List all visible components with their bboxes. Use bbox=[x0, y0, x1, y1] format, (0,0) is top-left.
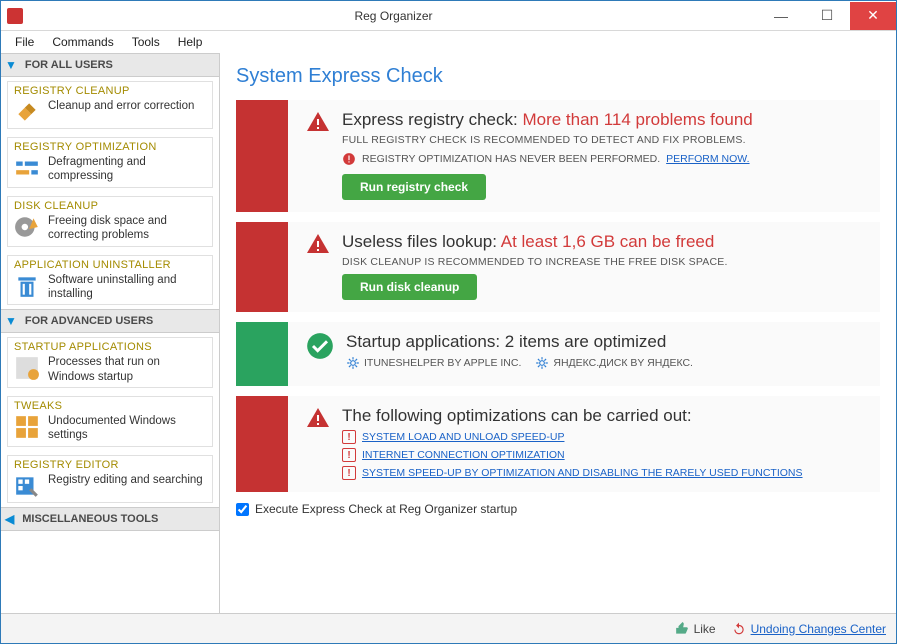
opt-badge-icon: ! bbox=[342, 448, 356, 462]
close-button[interactable]: ✕ bbox=[850, 2, 896, 30]
warning-icon bbox=[306, 110, 330, 134]
registry-icon bbox=[14, 473, 40, 499]
opt-badge-icon: ! bbox=[342, 430, 356, 444]
opt-link-1[interactable]: SYSTEM LOAD AND UNLOAD SPEED-UP bbox=[362, 431, 564, 443]
gear-icon bbox=[346, 356, 360, 370]
app-icon bbox=[7, 8, 23, 24]
flag-icon bbox=[14, 355, 40, 381]
card-subtitle: FULL REGISTRY CHECK IS RECOMMENDED TO DE… bbox=[342, 134, 866, 146]
section-advanced-users[interactable]: ▼ FOR ADVANCED USERS bbox=[1, 309, 219, 333]
card-title: Express registry check: More than 114 pr… bbox=[342, 110, 866, 130]
stripe-green bbox=[236, 322, 288, 386]
stripe-red bbox=[236, 100, 288, 212]
gear-icon bbox=[535, 356, 549, 370]
sidebar-item-tweaks[interactable]: TWEAKS Undocumented Windows settings bbox=[7, 396, 213, 447]
sidebar-item-uninstaller[interactable]: APPLICATION UNINSTALLER Software uninsta… bbox=[7, 255, 213, 306]
page-title: System Express Check bbox=[236, 65, 880, 88]
run-disk-cleanup-button[interactable]: Run disk cleanup bbox=[342, 274, 477, 300]
stripe-red bbox=[236, 222, 288, 312]
perform-now-link[interactable]: PERFORM NOW. bbox=[666, 153, 749, 165]
sidebar-item-registry-editor[interactable]: REGISTRY EDITOR Registry editing and sea… bbox=[7, 455, 213, 503]
stripe-red bbox=[236, 396, 288, 492]
menu-commands[interactable]: Commands bbox=[44, 33, 121, 51]
broom-icon bbox=[14, 99, 40, 125]
chevron-left-icon: ◀ bbox=[5, 512, 14, 526]
card-title: The following optimizations can be carri… bbox=[342, 406, 866, 426]
startup-item: ЯНДЕКС.ДИСК BY ЯНДЕКС. bbox=[535, 356, 693, 370]
sidebar-item-registry-cleanup[interactable]: REGISTRY CLEANUP Cleanup and error corre… bbox=[7, 81, 213, 129]
card-subtitle: DISK CLEANUP IS RECOMMENDED TO INCREASE … bbox=[342, 256, 866, 268]
window-title: Reg Organizer bbox=[29, 9, 758, 23]
undoing-changes-link[interactable]: Undoing Changes Center bbox=[732, 622, 886, 636]
card-registry-check: Express registry check: More than 114 pr… bbox=[236, 100, 880, 212]
section-misc-tools[interactable]: ◀ MISCELLANEOUS TOOLS bbox=[1, 507, 219, 531]
card-title: Useless files lookup: At least 1,6 GB ca… bbox=[342, 232, 866, 252]
card-title: Startup applications: 2 items are optimi… bbox=[346, 332, 866, 352]
windows-icon bbox=[14, 414, 40, 440]
chevron-down-icon: ▼ bbox=[5, 58, 17, 72]
titlebar: Reg Organizer — ☐ ✕ bbox=[1, 1, 896, 31]
card-useless-files: Useless files lookup: At least 1,6 GB ca… bbox=[236, 222, 880, 312]
sidebar: ▼ FOR ALL USERS REGISTRY CLEANUP Cleanup… bbox=[1, 53, 220, 613]
like-button[interactable]: Like bbox=[675, 622, 716, 636]
undo-icon bbox=[732, 622, 746, 636]
startup-check-checkbox[interactable] bbox=[236, 503, 249, 516]
warning-icon bbox=[306, 406, 330, 430]
minimize-button[interactable]: — bbox=[758, 2, 804, 30]
statusbar: Like Undoing Changes Center bbox=[1, 613, 896, 643]
check-icon bbox=[306, 332, 334, 360]
chevron-down-icon: ▼ bbox=[5, 314, 17, 328]
trash-icon bbox=[14, 273, 40, 299]
menu-tools[interactable]: Tools bbox=[124, 33, 168, 51]
maximize-button[interactable]: ☐ bbox=[804, 2, 850, 30]
menu-file[interactable]: File bbox=[7, 33, 42, 51]
warning-icon bbox=[306, 232, 330, 256]
card-optimizations: The following optimizations can be carri… bbox=[236, 396, 880, 492]
startup-item: ITUNESHELPER BY APPLE INC. bbox=[346, 356, 521, 370]
sidebar-item-registry-optimization[interactable]: REGISTRY OPTIMIZATION Defragmenting and … bbox=[7, 137, 213, 188]
opt-badge-icon: ! bbox=[342, 466, 356, 480]
sidebar-item-startup[interactable]: STARTUP APPLICATIONS Processes that run … bbox=[7, 337, 213, 388]
thumbs-up-icon bbox=[675, 622, 689, 636]
menubar: File Commands Tools Help bbox=[1, 31, 896, 53]
opt-link-3[interactable]: SYSTEM SPEED-UP BY OPTIMIZATION AND DISA… bbox=[362, 467, 803, 479]
defrag-icon bbox=[14, 155, 40, 181]
run-registry-check-button[interactable]: Run registry check bbox=[342, 174, 486, 200]
opt-link-2[interactable]: INTERNET CONNECTION OPTIMIZATION bbox=[362, 449, 565, 461]
card-startup: Startup applications: 2 items are optimi… bbox=[236, 322, 880, 386]
alert-icon bbox=[342, 152, 356, 166]
section-all-users[interactable]: ▼ FOR ALL USERS bbox=[1, 53, 219, 77]
menu-help[interactable]: Help bbox=[170, 33, 211, 51]
sidebar-item-disk-cleanup[interactable]: DISK CLEANUP Freeing disk space and corr… bbox=[7, 196, 213, 247]
main-panel: System Express Check Express registry ch… bbox=[220, 53, 896, 613]
disk-icon bbox=[14, 214, 40, 240]
startup-check-label: Execute Express Check at Reg Organizer s… bbox=[255, 502, 517, 516]
